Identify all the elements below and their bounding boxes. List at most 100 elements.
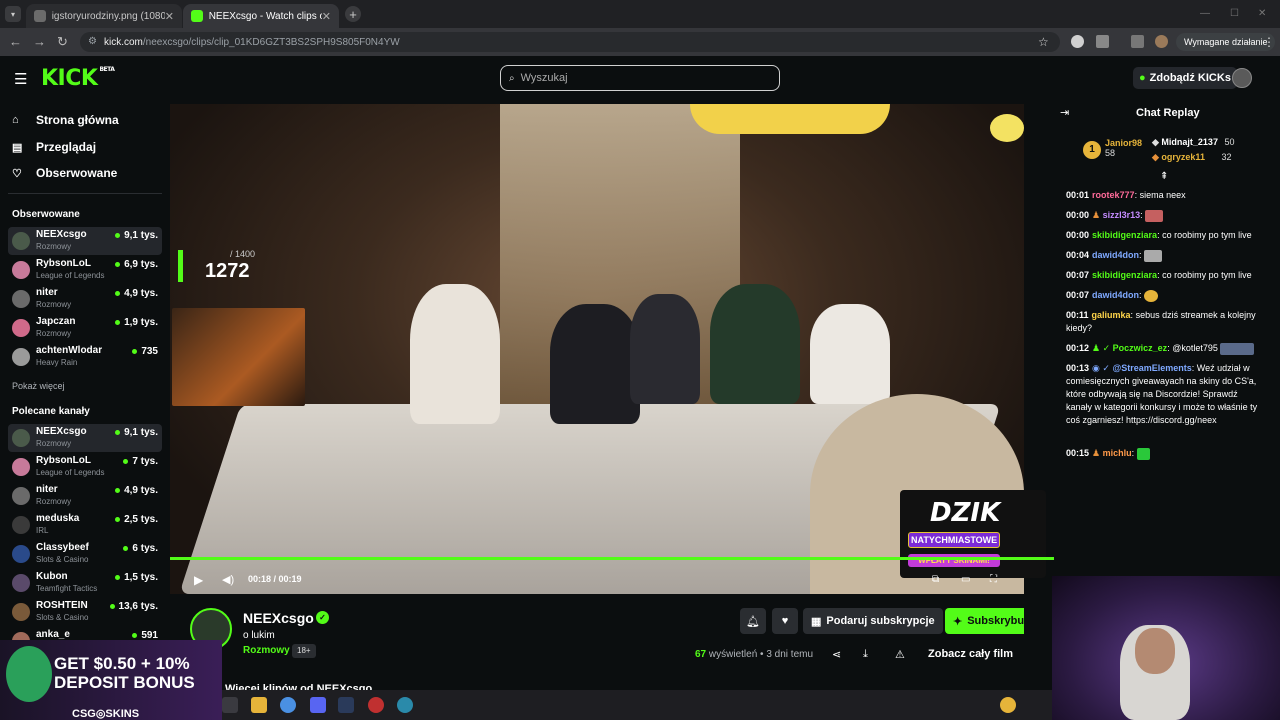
video-progress-bar[interactable] bbox=[170, 557, 1024, 560]
steam-icon[interactable] bbox=[338, 697, 354, 713]
extension-icon[interactable] bbox=[1071, 35, 1084, 48]
pin-icon[interactable]: ⇞ bbox=[1160, 171, 1168, 182]
channel-category: Slots & Casino bbox=[36, 555, 89, 564]
discord-icon[interactable] bbox=[310, 697, 326, 713]
chat-username[interactable]: michlu bbox=[1103, 448, 1132, 458]
streamer-webcam-overlay bbox=[172, 308, 305, 406]
kicks-label: Zdobądź KICKs bbox=[1149, 72, 1231, 84]
taskview-icon[interactable] bbox=[222, 697, 238, 713]
channel-item[interactable]: RybsonLoL League of Legends 6,9 tys. bbox=[8, 256, 162, 284]
chat-message: 00:11 galiumka: sebus dziś streamek a kol… bbox=[1066, 310, 1256, 333]
forward-arrow-icon[interactable]: → bbox=[33, 34, 46, 49]
channel-item[interactable]: ROSHTEIN Slots & Casino 13,6 tys. bbox=[8, 598, 162, 626]
verified-check-icon: ✓ bbox=[316, 611, 329, 624]
leaderboard-entry[interactable]: Janior98 58 bbox=[1105, 138, 1142, 158]
bookmark-star-icon[interactable]: ☆ bbox=[1038, 35, 1049, 49]
more-vert-icon[interactable]: ⋮ bbox=[1263, 35, 1275, 49]
user-avatar[interactable] bbox=[1232, 68, 1252, 88]
watch-full-video-link[interactable]: Zobacz cały film bbox=[928, 648, 1013, 660]
profile-action-button[interactable]: Wymagane działanie bbox=[1176, 33, 1276, 51]
play-icon[interactable]: ▶ bbox=[194, 573, 203, 587]
chat-username[interactable]: dawid4don bbox=[1092, 250, 1139, 260]
collapse-chat-icon[interactable]: ⇥ bbox=[1060, 106, 1069, 119]
channel-item[interactable]: NEEXcsgo Rozmowy 9,1 tys. bbox=[8, 424, 162, 452]
streamer-name[interactable]: NEEXcsgo bbox=[243, 610, 314, 626]
url-host: kick.com bbox=[104, 36, 143, 48]
channel-item[interactable]: niter Rozmowy 4,9 tys. bbox=[8, 482, 162, 510]
chat-username[interactable]: @StreamElements bbox=[1112, 363, 1191, 373]
channel-item[interactable]: Kubon Teamfight Tactics 1,5 tys. bbox=[8, 569, 162, 597]
report-icon[interactable]: ⚠ bbox=[895, 648, 905, 661]
hamburger-menu-icon[interactable]: ☰ bbox=[14, 70, 27, 88]
counter-bar bbox=[178, 250, 183, 282]
tab-search-button[interactable]: ▾ bbox=[5, 6, 21, 22]
badge-icon: ♟ ✓ bbox=[1092, 343, 1113, 353]
browser-tab-image[interactable]: igstoryurodziny.png (1080×1920) ✕ bbox=[26, 4, 182, 28]
profile-avatar-icon[interactable] bbox=[1155, 35, 1168, 48]
logo-text: KICK bbox=[41, 66, 98, 91]
close-window-icon[interactable]: ✕ bbox=[1258, 8, 1266, 19]
theater-icon[interactable]: ▭ bbox=[961, 574, 970, 585]
nav-label: Strona główna bbox=[36, 113, 119, 127]
leaderboard-entry[interactable]: ◆ Midnajt_2137 50 bbox=[1152, 137, 1234, 148]
chat-timestamp: 00:04 bbox=[1066, 250, 1090, 260]
nav-browse[interactable]: ▤ Przeglądaj bbox=[12, 140, 96, 154]
download-icon[interactable]: ⤓ bbox=[863, 648, 868, 661]
channel-item[interactable]: meduska IRL 2,5 tys. bbox=[8, 511, 162, 539]
subscribe-button[interactable]: ✦ Subskrybuj bbox=[945, 608, 1024, 634]
media-icon[interactable] bbox=[1131, 35, 1144, 48]
posted-time: 3 dni temu bbox=[766, 649, 814, 660]
channel-item[interactable]: Japczan Rozmowy 1,9 tys. bbox=[8, 314, 162, 342]
share-icon[interactable]: ⋖ bbox=[832, 648, 841, 661]
close-icon[interactable]: ✕ bbox=[165, 10, 174, 23]
new-tab-button[interactable]: + bbox=[345, 6, 361, 22]
back-arrow-icon[interactable]: ← bbox=[9, 34, 22, 49]
puzzle-icon[interactable] bbox=[1096, 35, 1109, 48]
close-icon[interactable]: ✕ bbox=[322, 10, 331, 23]
channel-item[interactable]: niter Rozmowy 4,9 tys. bbox=[8, 285, 162, 313]
site-info-icon[interactable]: ⚙ bbox=[88, 36, 97, 47]
address-bar[interactable]: kick.com/neexcsgo/clips/clip_01KD6GZT3BS… bbox=[80, 32, 1060, 52]
chat-username[interactable]: galiumka bbox=[1092, 310, 1131, 320]
chat-username[interactable]: dawid4don bbox=[1092, 290, 1139, 300]
notify-button[interactable]: 🔔︎ bbox=[740, 608, 766, 634]
counter-value: 1272 bbox=[205, 260, 250, 282]
minimize-icon[interactable]: — bbox=[1200, 8, 1210, 19]
viewer-count: 9,1 tys. bbox=[115, 427, 158, 438]
obs-icon[interactable] bbox=[368, 697, 384, 713]
browser-tab-kick[interactable]: NEEXcsgo - Watch clips on Kick ✕ bbox=[183, 4, 339, 28]
search-input[interactable]: ⌕ Wyszukaj bbox=[500, 65, 780, 91]
image-favicon-icon bbox=[34, 10, 46, 22]
chat-username[interactable]: rootek777 bbox=[1092, 190, 1135, 200]
globe-icon[interactable] bbox=[397, 697, 413, 713]
nav-home[interactable]: ⌂ Strona główna bbox=[12, 113, 119, 127]
maximize-icon[interactable]: ☐ bbox=[1230, 8, 1239, 19]
folder-icon[interactable] bbox=[251, 697, 267, 713]
chrome-icon[interactable] bbox=[280, 697, 296, 713]
channel-item[interactable]: achtenWlodar Heavy Rain 735 bbox=[8, 343, 162, 371]
pip-icon[interactable]: ⧉ bbox=[932, 574, 939, 585]
chat-username[interactable]: Poczwicz_ez bbox=[1113, 343, 1168, 353]
get-kicks-button[interactable]: ● Zdobądź KICKs bbox=[1133, 67, 1237, 89]
fullscreen-icon[interactable]: ⛶ bbox=[990, 574, 997, 585]
gift-sub-button[interactable]: ▦ Podaruj subskrypcje bbox=[803, 608, 943, 634]
show-more-link[interactable]: Pokaż więcej bbox=[12, 381, 65, 391]
follow-button[interactable]: ♥ bbox=[772, 608, 798, 634]
channel-item[interactable]: Classybeef Slots & Casino 6 tys. bbox=[8, 540, 162, 568]
chat-username[interactable]: sizzl3r13 bbox=[1103, 210, 1141, 220]
reload-icon[interactable]: ↻ bbox=[57, 34, 68, 50]
leaderboard-entry[interactable]: ◆ ogryzek11 32 bbox=[1152, 152, 1231, 163]
channel-name: RybsonLoL bbox=[36, 455, 91, 466]
kick-favicon-icon bbox=[191, 10, 203, 22]
chat-username[interactable]: skibidigenziara bbox=[1092, 270, 1157, 280]
kick-logo[interactable]: KICK BETA bbox=[41, 66, 115, 91]
clip-category[interactable]: Rozmowy bbox=[243, 645, 290, 656]
channel-item[interactable]: NEEXcsgo Rozmowy 9,1 tys. bbox=[8, 227, 162, 255]
viewer-count: 1,9 tys. bbox=[115, 317, 158, 328]
volume-icon[interactable]: ◀) bbox=[222, 573, 234, 586]
channel-item[interactable]: RybsonLoL League of Legends 7 tys. bbox=[8, 453, 162, 481]
nav-following[interactable]: ♡ Obserwowane bbox=[12, 166, 117, 180]
chat-username[interactable]: skibidigenziara bbox=[1092, 230, 1157, 240]
notification-icon[interactable] bbox=[1000, 697, 1016, 713]
badge-icon: ♟ bbox=[1092, 448, 1103, 458]
